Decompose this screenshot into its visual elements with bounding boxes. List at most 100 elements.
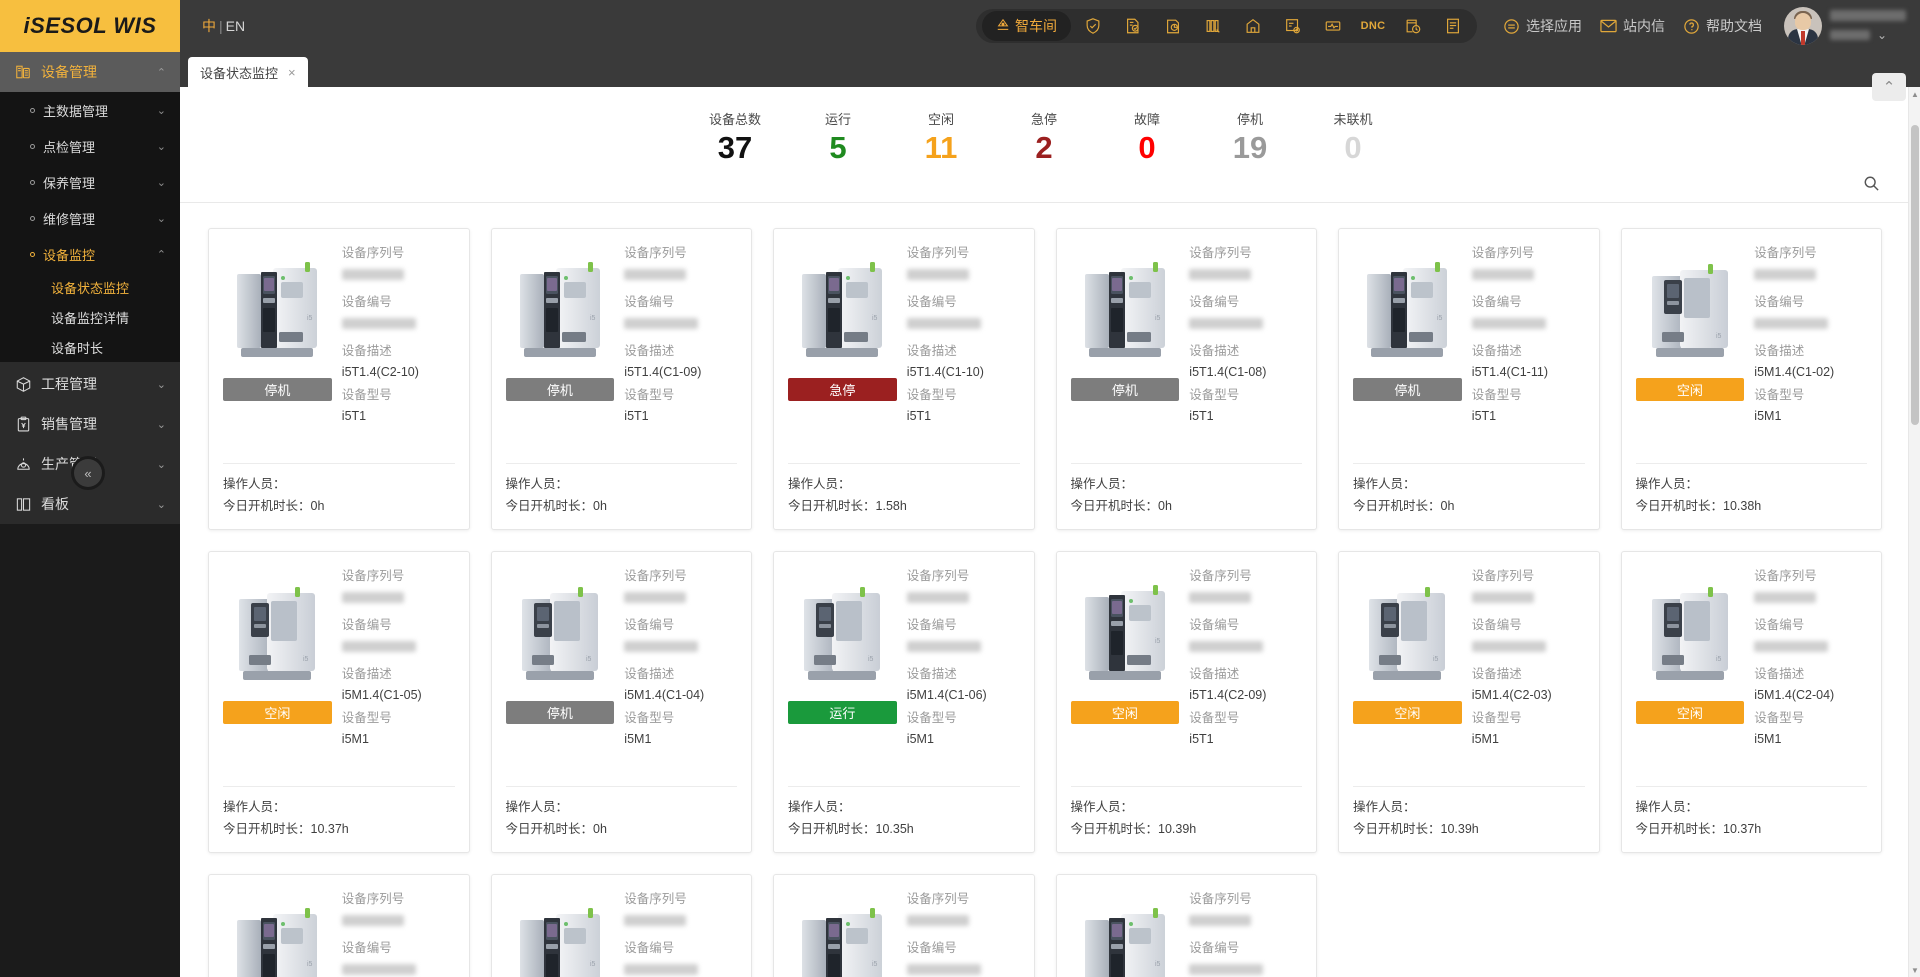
chevron-down-icon[interactable]: ⌄ bbox=[157, 176, 166, 189]
device-description-value: i5T1.4(C1-08) bbox=[1189, 364, 1267, 379]
avatar[interactable] bbox=[1784, 7, 1822, 45]
sidebar: 设备管理 ⌃ 主数据管理 ⌄ 点检管理 ⌄ 保养管理 ⌄ 维修管理 ⌄ 设备监控… bbox=[0, 52, 180, 977]
sidebar-item-device-monitor[interactable]: 设备监控 ⌃ bbox=[0, 236, 180, 272]
schedule-clock-icon[interactable] bbox=[1393, 11, 1433, 41]
device-code-label: 设备编号 bbox=[906, 617, 957, 632]
chevron-up-icon[interactable]: ⌃ bbox=[157, 66, 166, 79]
select-app-button[interactable]: 选择应用 bbox=[1503, 16, 1582, 36]
sidebar-item-master-data[interactable]: 主数据管理 ⌄ bbox=[0, 92, 180, 128]
machine-illustration: i5 bbox=[1353, 248, 1462, 366]
scrollbar-thumb[interactable] bbox=[1911, 125, 1919, 425]
device-card[interactable]: i5设备序列号设备编号设备描述 bbox=[490, 873, 752, 977]
operator-label: 操作人员： bbox=[1353, 476, 1416, 491]
device-description-field: 设备描述 i5M1.4(C2-03) bbox=[1472, 663, 1585, 706]
device-card[interactable]: i5 停机 设备序列号 设备编号 设备描述 i5T1.4(C1-11) 设备型号 i5T1 操作… bbox=[1338, 227, 1600, 530]
sidebar-item-inspection[interactable]: 点检管理 ⌄ bbox=[0, 128, 180, 164]
device-description-field: 设备描述 i5M1.4(C1-04) bbox=[624, 663, 737, 706]
pie-report-icon[interactable] bbox=[1153, 11, 1193, 41]
report-list-icon[interactable] bbox=[1433, 11, 1473, 41]
device-serial-value-masked bbox=[1189, 591, 1252, 603]
device-card[interactable]: i5 空闲 设备序列号 设备编号 设备描述 i5M1.4(C2-04) 设备型号 i5M1 操作… bbox=[1620, 550, 1882, 853]
sidebar-item-device-status-monitor[interactable]: 设备状态监控 bbox=[0, 272, 180, 302]
device-monitor-icon[interactable] bbox=[1313, 11, 1353, 41]
sidebar-item-device-duration[interactable]: 设备时长 bbox=[0, 332, 180, 362]
chevron-down-icon[interactable]: ⌄ bbox=[157, 378, 166, 391]
dnc-icon[interactable]: DNC bbox=[1353, 11, 1393, 41]
device-card[interactable]: i5 空闲 设备序列号 设备编号 设备描述 i5T1.4(C2-09) 设备型号 i5T1 操作… bbox=[1055, 550, 1317, 853]
device-card[interactable]: i5 停机 设备序列号 设备编号 设备描述 i5T1.4(C1-09) 设备型号 i5T1 操作… bbox=[490, 227, 752, 530]
device-serial-label: 设备序列号 bbox=[341, 568, 405, 583]
chevron-down-icon[interactable]: ⌄ bbox=[157, 458, 166, 471]
stat-card-6[interactable]: 未联机 0 bbox=[1302, 109, 1405, 165]
chevron-down-icon[interactable]: ⌄ bbox=[157, 212, 166, 225]
chevron-down-icon[interactable]: ⌄ bbox=[157, 104, 166, 117]
stat-card-2[interactable]: 空闲 11 bbox=[890, 109, 993, 165]
runtime-row: 今日开机时长：0h bbox=[1353, 495, 1585, 517]
document-stamp-icon[interactable] bbox=[1113, 11, 1153, 41]
nav-item-smart-workshop[interactable]: 智车间 bbox=[982, 11, 1071, 41]
machine-illustration: i5 bbox=[506, 571, 615, 689]
machine-illustration: i5 bbox=[506, 248, 615, 366]
lang-en[interactable]: EN bbox=[226, 18, 245, 34]
content-scrollbar[interactable]: ▲ ▼ bbox=[1908, 87, 1920, 977]
device-card[interactable]: i5设备序列号设备编号设备描述 bbox=[208, 873, 470, 977]
help-doc-button[interactable]: 帮助文档 bbox=[1683, 16, 1762, 36]
operator-row: 操作人员： bbox=[1071, 796, 1303, 818]
device-card[interactable]: i5 空闲 设备序列号 设备编号 设备描述 i5M1.4(C1-05) 设备型号 i5M1 操作… bbox=[208, 550, 470, 853]
operator-row: 操作人员： bbox=[506, 473, 738, 495]
sidebar-collapse-button[interactable]: « bbox=[74, 459, 102, 487]
shield-icon[interactable] bbox=[1073, 11, 1113, 41]
sidebar-item-maintenance[interactable]: 保养管理 ⌄ bbox=[0, 164, 180, 200]
user-menu[interactable]: ⌄ bbox=[1784, 7, 1906, 45]
device-card[interactable]: i5 空闲 设备序列号 设备编号 设备描述 i5M1.4(C1-02) 设备型号 i5M1 操作… bbox=[1620, 227, 1882, 530]
device-code-label: 设备编号 bbox=[341, 294, 392, 309]
runtime-value: 10.37h bbox=[1723, 821, 1762, 836]
device-serial-label: 设备序列号 bbox=[624, 245, 687, 260]
stat-card-0[interactable]: 设备总数 37 bbox=[684, 109, 787, 165]
device-card[interactable]: i5 停机 设备序列号 设备编号 设备描述 i5M1.4(C1-04) 设备型号 i5M1 操作… bbox=[490, 550, 752, 853]
question-icon bbox=[1683, 18, 1700, 35]
device-card[interactable]: i5 急停 设备序列号 设备编号 设备描述 i5T1.4(C1-10) 设备型号 i5T1 操作… bbox=[773, 227, 1035, 530]
sidebar-group-engineering[interactable]: 工程管理 ⌄ bbox=[0, 364, 180, 404]
search-row bbox=[180, 175, 1908, 203]
stat-card-3[interactable]: 急停 2 bbox=[993, 109, 1096, 165]
chevron-down-icon[interactable]: ⌄ bbox=[157, 418, 166, 431]
tab-device-status-monitor[interactable]: 设备状态监控 × bbox=[188, 57, 308, 87]
app-logo[interactable]: iSESOL WIS bbox=[0, 0, 180, 52]
device-description-label: 设备描述 bbox=[1189, 666, 1240, 681]
close-icon[interactable]: × bbox=[288, 65, 296, 80]
chevron-up-icon[interactable]: ⌃ bbox=[157, 248, 166, 261]
language-switcher[interactable]: 中 | EN bbox=[202, 16, 245, 36]
device-card[interactable]: i5 停机 设备序列号 设备编号 设备描述 i5T1.4(C2-10) 设备型号 i5T1 操作… bbox=[208, 227, 470, 530]
device-card[interactable]: i5 停机 设备序列号 设备编号 设备描述 i5T1.4(C1-08) 设备型号 i5T1 操作… bbox=[1055, 227, 1317, 530]
chevron-down-icon[interactable]: ⌄ bbox=[157, 498, 166, 511]
inbox-button[interactable]: 站内信 bbox=[1600, 16, 1665, 36]
lang-zh[interactable]: 中 bbox=[202, 18, 216, 34]
device-model-field: 设备型号 i5T1 bbox=[342, 384, 455, 427]
sidebar-group-sales[interactable]: 销售管理 ⌄ bbox=[0, 404, 180, 444]
bar-chart-icon[interactable] bbox=[1193, 11, 1233, 41]
sidebar-item-repair[interactable]: 维修管理 ⌄ bbox=[0, 200, 180, 236]
stat-card-1[interactable]: 运行 5 bbox=[787, 109, 890, 165]
stat-card-5[interactable]: 停机 19 bbox=[1199, 109, 1302, 165]
stat-value: 11 bbox=[924, 130, 958, 165]
operator-label: 操作人员： bbox=[505, 476, 569, 491]
device-card[interactable]: i5 运行 设备序列号 设备编号 设备描述 i5M1.4(C1-06) 设备型号 i5M1 操作… bbox=[773, 550, 1035, 853]
user-role-row[interactable]: ⌄ bbox=[1830, 28, 1906, 42]
scroll-up-icon[interactable]: ▲ bbox=[1909, 87, 1920, 101]
chevron-down-icon[interactable]: ⌄ bbox=[157, 140, 166, 153]
task-settings-icon[interactable] bbox=[1273, 11, 1313, 41]
device-card[interactable]: i5设备序列号设备编号设备描述 bbox=[1055, 873, 1317, 977]
device-serial-value-masked bbox=[341, 914, 404, 926]
scroll-down-icon[interactable]: ▼ bbox=[1909, 963, 1920, 977]
sidebar-group-kanban[interactable]: 看板 ⌄ bbox=[0, 484, 180, 524]
card-footer: 操作人员： 今日开机时长：0h bbox=[1353, 464, 1585, 517]
sidebar-item-device-monitor-detail[interactable]: 设备监控详情 bbox=[0, 302, 180, 332]
chevron-down-icon[interactable]: ⌄ bbox=[1877, 28, 1887, 42]
device-card[interactable]: i5 空闲 设备序列号 设备编号 设备描述 i5M1.4(C2-03) 设备型号 i5M1 操作… bbox=[1338, 550, 1600, 853]
warehouse-icon[interactable] bbox=[1233, 11, 1273, 41]
search-icon[interactable] bbox=[1863, 175, 1880, 192]
device-card[interactable]: i5设备序列号设备编号设备描述37 bbox=[773, 873, 1035, 977]
stat-card-4[interactable]: 故障 0 bbox=[1096, 109, 1199, 165]
sidebar-group-device-management[interactable]: 设备管理 ⌃ bbox=[0, 52, 180, 92]
